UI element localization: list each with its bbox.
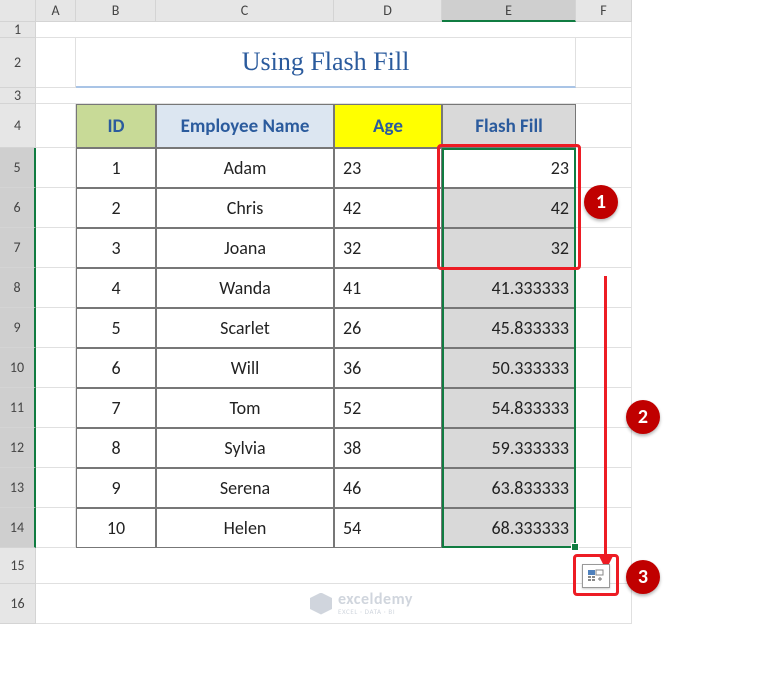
table-row[interactable]: 41.333333 bbox=[442, 268, 576, 308]
cell-A4[interactable] bbox=[36, 104, 76, 148]
row-header-10[interactable]: 10 bbox=[0, 348, 36, 388]
table-row[interactable]: 6 bbox=[76, 348, 156, 388]
row-header-4[interactable]: 4 bbox=[0, 104, 36, 148]
row-header-5[interactable]: 5 bbox=[0, 148, 36, 188]
table-row[interactable]: 38 bbox=[334, 428, 442, 468]
row-header-1[interactable]: 1 bbox=[0, 22, 36, 38]
cell-row3[interactable] bbox=[36, 88, 632, 104]
col-header-D[interactable]: D bbox=[334, 0, 442, 22]
cell-A1[interactable] bbox=[36, 22, 632, 38]
table-row[interactable]: 50.333333 bbox=[442, 348, 576, 388]
table-row[interactable]: 1 bbox=[76, 148, 156, 188]
callout-3: 3 bbox=[626, 560, 660, 594]
table-row[interactable]: 7 bbox=[76, 388, 156, 428]
cell-A9[interactable] bbox=[36, 308, 76, 348]
cell-A2[interactable] bbox=[36, 38, 76, 88]
row-header-3[interactable]: 3 bbox=[0, 88, 36, 104]
watermark-tag: EXCEL · DATA · BI bbox=[338, 608, 413, 615]
autofill-options-button[interactable] bbox=[582, 564, 610, 588]
table-row[interactable]: Adam bbox=[156, 148, 334, 188]
row-header-11[interactable]: 11 bbox=[0, 388, 36, 428]
table-header-flashfill[interactable]: Flash Fill bbox=[442, 104, 576, 148]
table-row[interactable]: 8 bbox=[76, 428, 156, 468]
cell-F4[interactable] bbox=[576, 104, 632, 148]
table-row[interactable]: 4 bbox=[76, 268, 156, 308]
table-row[interactable]: 32 bbox=[442, 228, 576, 268]
table-row[interactable]: 42 bbox=[442, 188, 576, 228]
row-header-6[interactable]: 6 bbox=[0, 188, 36, 228]
table-header-name[interactable]: Employee Name bbox=[156, 104, 334, 148]
cell-A5[interactable] bbox=[36, 148, 76, 188]
cell-A8[interactable] bbox=[36, 268, 76, 308]
row-header-9[interactable]: 9 bbox=[0, 308, 36, 348]
cell-A12[interactable] bbox=[36, 428, 76, 468]
table-row[interactable]: Tom bbox=[156, 388, 334, 428]
table-row[interactable]: 23 bbox=[442, 148, 576, 188]
select-all-corner[interactable] bbox=[0, 0, 36, 22]
page-title: Using Flash Fill bbox=[76, 38, 576, 88]
table-header-age[interactable]: Age bbox=[334, 104, 442, 148]
table-row[interactable]: 45.833333 bbox=[442, 308, 576, 348]
col-header-E[interactable]: E bbox=[442, 0, 576, 22]
col-header-F[interactable]: F bbox=[576, 0, 632, 22]
table-row[interactable]: 68.333333 bbox=[442, 508, 576, 548]
table-row[interactable]: Serena bbox=[156, 468, 334, 508]
table-row[interactable]: 54.833333 bbox=[442, 388, 576, 428]
row-header-8[interactable]: 8 bbox=[0, 268, 36, 308]
table-row[interactable]: 10 bbox=[76, 508, 156, 548]
table-row[interactable]: Sylvia bbox=[156, 428, 334, 468]
table-row[interactable]: 52 bbox=[334, 388, 442, 428]
cell-A6[interactable] bbox=[36, 188, 76, 228]
table-row[interactable]: 26 bbox=[334, 308, 442, 348]
table-row[interactable]: 3 bbox=[76, 228, 156, 268]
cell-F2[interactable] bbox=[576, 38, 632, 88]
table-row[interactable]: 59.333333 bbox=[442, 428, 576, 468]
cell-row15[interactable] bbox=[36, 548, 632, 584]
row-header-14[interactable]: 14 bbox=[0, 508, 36, 548]
row-header-12[interactable]: 12 bbox=[0, 428, 36, 468]
table-row[interactable]: 63.833333 bbox=[442, 468, 576, 508]
cell-A10[interactable] bbox=[36, 348, 76, 388]
row-header-7[interactable]: 7 bbox=[0, 228, 36, 268]
watermark: exceldemy EXCEL · DATA · BI bbox=[310, 592, 413, 615]
row-header-16[interactable]: 16 bbox=[0, 584, 36, 624]
table-row[interactable]: 9 bbox=[76, 468, 156, 508]
row-header-13[interactable]: 13 bbox=[0, 468, 36, 508]
table-row[interactable]: 23 bbox=[334, 148, 442, 188]
annotation-arrow bbox=[604, 276, 607, 558]
cube-icon bbox=[310, 593, 332, 615]
cell-F7[interactable] bbox=[576, 228, 632, 268]
autofill-options-icon bbox=[587, 569, 605, 583]
table-header-id[interactable]: ID bbox=[76, 104, 156, 148]
cell-A13[interactable] bbox=[36, 468, 76, 508]
row-header-2[interactable]: 2 bbox=[0, 38, 36, 88]
cell-F5[interactable] bbox=[576, 148, 632, 188]
table-row[interactable]: Helen bbox=[156, 508, 334, 548]
table-row[interactable]: 2 bbox=[76, 188, 156, 228]
col-header-C[interactable]: C bbox=[156, 0, 334, 22]
cell-A11[interactable] bbox=[36, 388, 76, 428]
table-row[interactable]: 32 bbox=[334, 228, 442, 268]
table-row[interactable]: Chris bbox=[156, 188, 334, 228]
callout-2: 2 bbox=[626, 400, 660, 434]
table-row[interactable]: 54 bbox=[334, 508, 442, 548]
callout-1: 1 bbox=[584, 185, 618, 219]
col-header-B[interactable]: B bbox=[76, 0, 156, 22]
table-row[interactable]: Will bbox=[156, 348, 334, 388]
table-row[interactable]: 46 bbox=[334, 468, 442, 508]
table-row[interactable]: Scarlet bbox=[156, 308, 334, 348]
cell-A7[interactable] bbox=[36, 228, 76, 268]
cell-A14[interactable] bbox=[36, 508, 76, 548]
table-row[interactable]: Joana bbox=[156, 228, 334, 268]
table-row[interactable]: 41 bbox=[334, 268, 442, 308]
table-row[interactable]: 5 bbox=[76, 308, 156, 348]
col-header-A[interactable]: A bbox=[36, 0, 76, 22]
table-row[interactable]: 36 bbox=[334, 348, 442, 388]
table-row[interactable]: Wanda bbox=[156, 268, 334, 308]
row-header-15[interactable]: 15 bbox=[0, 548, 36, 584]
watermark-name: exceldemy bbox=[338, 592, 413, 608]
table-row[interactable]: 42 bbox=[334, 188, 442, 228]
